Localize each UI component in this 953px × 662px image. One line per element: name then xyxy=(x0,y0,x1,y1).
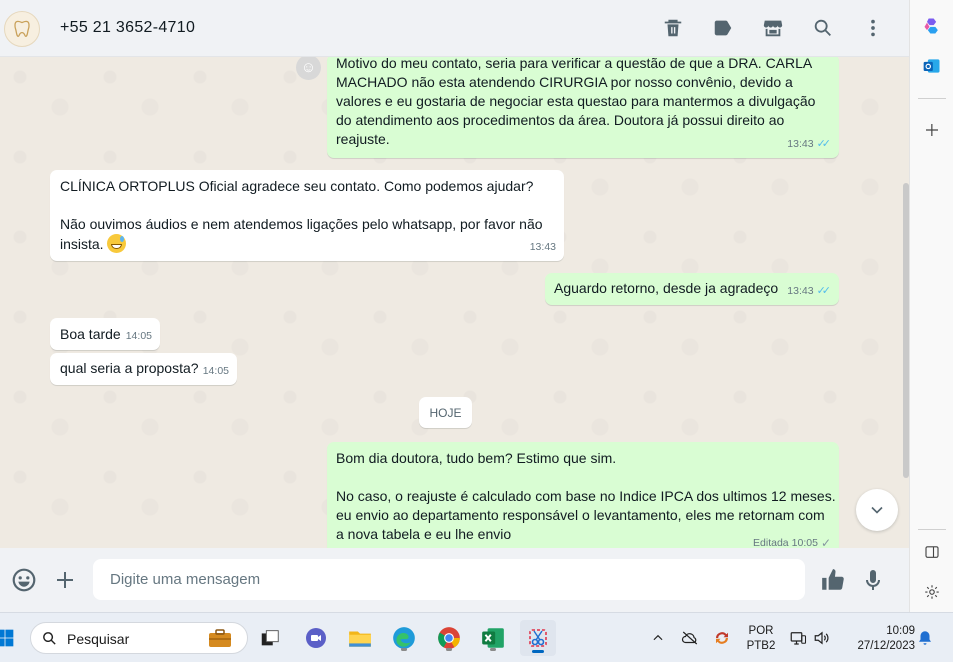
menu-icon[interactable] xyxy=(861,16,885,40)
attach-plus-icon[interactable] xyxy=(52,567,78,593)
message-time: 13:43 xyxy=(787,138,814,150)
search-icon xyxy=(43,632,56,645)
date-separator: HOJE xyxy=(419,397,472,428)
avatar[interactable] xyxy=(4,11,40,47)
windows-start-icon[interactable] xyxy=(0,622,18,654)
add-icon[interactable] xyxy=(920,118,944,142)
notification-bell-icon[interactable] xyxy=(914,622,936,654)
chrome-icon[interactable] xyxy=(433,622,465,654)
message-incoming[interactable]: Boa tarde 14:05 xyxy=(50,318,160,350)
delete-icon[interactable] xyxy=(661,16,685,40)
message-incoming[interactable]: qual seria a proposta? 14:05 xyxy=(50,353,237,385)
chat-header: +55 21 3652-4710 xyxy=(0,0,909,57)
catalog-icon[interactable] xyxy=(761,16,785,40)
message-time: 13:43 xyxy=(787,285,814,297)
chevron-down-icon xyxy=(871,506,883,514)
clock[interactable]: 10:09 27/12/2023 xyxy=(843,624,915,654)
teams-meet-icon[interactable] xyxy=(300,622,332,654)
message-line: CLÍNICA ORTOPLUS Oficial agradece seu co… xyxy=(60,178,534,194)
onedrive-offline-icon[interactable] xyxy=(679,622,701,654)
input-language-indicator[interactable]: POR PTB2 xyxy=(745,624,777,654)
message-line: do atendimento aos procedimentos da área… xyxy=(336,112,785,128)
emoji-icon[interactable] xyxy=(11,567,37,593)
contact-name[interactable]: +55 21 3652-4710 xyxy=(60,19,195,37)
browser-sidebar xyxy=(909,0,953,612)
snipping-tool-icon[interactable] xyxy=(520,620,556,656)
grinning-sweat-emoji-icon xyxy=(107,234,127,253)
message-outgoing[interactable]: Bom dia doutora, tudo bem? Estimo que si… xyxy=(327,442,839,548)
copilot-icon[interactable] xyxy=(920,14,944,38)
settings-gear-icon[interactable] xyxy=(920,580,944,604)
message-outgoing[interactable]: Motivo do meu contato, seria para verifi… xyxy=(327,57,839,158)
emoji-reaction-icon[interactable]: ☺ xyxy=(296,57,321,80)
message-line: Bom dia doutora, tudo bem? Estimo que si… xyxy=(336,450,617,466)
clock-date: 27/12/2023 xyxy=(857,640,915,652)
message-line: insista. xyxy=(60,236,104,252)
message-line: valores e eu gostaria de negociar esta q… xyxy=(336,93,816,109)
running-indicator xyxy=(401,648,407,651)
read-ticks-icon: ✓✓ xyxy=(816,138,832,150)
windows-taskbar: Pesquisar POR PTB2 10:09 27/12/2023 xyxy=(0,612,953,662)
file-explorer-icon[interactable] xyxy=(344,622,376,654)
microphone-icon[interactable] xyxy=(860,567,886,593)
task-view-icon[interactable] xyxy=(254,622,286,654)
clock-time: 10:09 xyxy=(886,625,915,637)
message-line: Boa tarde xyxy=(60,326,121,342)
volume-icon[interactable] xyxy=(811,622,833,654)
whatsapp-chat-window: +55 21 3652-4710 ☺ Motivo do meu contato… xyxy=(0,0,909,612)
message-line: Motivo do meu contato, seria para verifi… xyxy=(336,57,813,71)
message-list[interactable]: ☺ Motivo do meu contato, seria para veri… xyxy=(0,57,909,548)
divider xyxy=(918,529,946,530)
running-indicator xyxy=(490,648,496,651)
read-ticks-icon: ✓✓ xyxy=(816,285,832,297)
scroll-to-bottom-button[interactable] xyxy=(856,489,898,531)
taskbar-search-box[interactable]: Pesquisar xyxy=(30,622,248,654)
message-time: 10:05 xyxy=(791,537,818,548)
message-line: qual seria a proposta? xyxy=(60,360,199,376)
message-line: eu envio ao departamento responsável o l… xyxy=(336,507,825,523)
search-placeholder: Pesquisar xyxy=(67,631,130,647)
message-line: Não ouvimos áudios e nem atendemos ligaç… xyxy=(60,216,543,232)
divider xyxy=(918,98,946,99)
chevron-up-icon[interactable] xyxy=(648,622,668,654)
composer xyxy=(0,548,909,612)
outlook-icon[interactable] xyxy=(920,54,944,78)
message-input[interactable] xyxy=(93,559,805,600)
message-time: 14:05 xyxy=(202,365,229,377)
message-outgoing[interactable]: Aguardo retorno, desde ja agradeço 13:43… xyxy=(545,273,839,305)
thumbs-up-sticker-icon[interactable] xyxy=(820,567,846,593)
active-indicator xyxy=(532,650,544,653)
message-line: MACHADO não esta atendendo CIRURGIA por … xyxy=(336,74,793,90)
network-icon[interactable] xyxy=(787,622,809,654)
message-line: Aguardo retorno, desde ja agradeço xyxy=(554,280,779,296)
message-time: 14:05 xyxy=(125,330,152,342)
language-code: POR xyxy=(748,625,774,637)
sync-icon[interactable] xyxy=(711,622,733,654)
sent-tick-icon: ✓ xyxy=(820,536,831,548)
running-indicator xyxy=(446,648,452,651)
excel-icon[interactable] xyxy=(477,622,509,654)
edited-label: Editada xyxy=(753,537,789,548)
message-time: 13:43 xyxy=(529,241,556,253)
edge-browser-icon[interactable] xyxy=(388,622,420,654)
search-icon[interactable] xyxy=(811,16,835,40)
tooth-logo-icon xyxy=(14,20,30,37)
message-line: No caso, o reajuste é calculado com base… xyxy=(336,488,836,504)
message-line: reajuste. xyxy=(336,131,390,147)
sidebar-toggle-icon[interactable] xyxy=(920,540,944,564)
briefcase-icon xyxy=(207,628,233,648)
message-incoming[interactable]: CLÍNICA ORTOPLUS Oficial agradece seu co… xyxy=(50,170,564,261)
label-icon[interactable] xyxy=(711,16,735,40)
keyboard-layout: PTB2 xyxy=(746,640,776,652)
